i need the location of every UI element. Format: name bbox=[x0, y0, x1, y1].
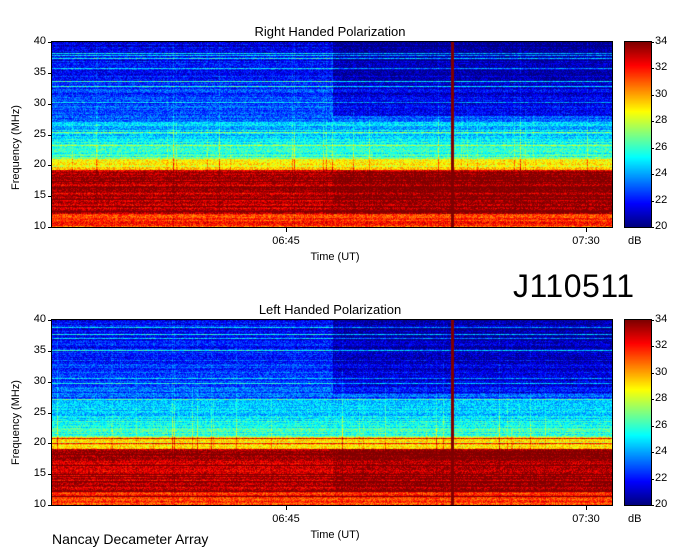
y-tick-label: 20 bbox=[33, 158, 46, 171]
y-tick-label: 15 bbox=[33, 189, 46, 202]
y-tick-mark bbox=[48, 381, 52, 383]
x-tick-label: 06:45 bbox=[272, 235, 300, 247]
y-tick-mark bbox=[48, 443, 52, 445]
colorbar-tick-label: 28 bbox=[655, 114, 668, 127]
colorbar-tick-label: 34 bbox=[655, 35, 668, 47]
y-tick-label: 15 bbox=[33, 467, 46, 480]
y-tick-mark bbox=[48, 42, 52, 43]
observation-id: J110511 bbox=[513, 268, 635, 304]
x-tick-label: 07:30 bbox=[572, 513, 600, 525]
bottom-y-axis-label: Frequency (MHz) bbox=[10, 380, 22, 465]
y-tick-mark bbox=[48, 196, 52, 198]
y-tick-mark bbox=[48, 505, 52, 506]
y-tick-mark bbox=[48, 474, 52, 476]
y-tick-mark bbox=[48, 320, 52, 321]
colorbar-tick-mark bbox=[651, 452, 654, 454]
colorbar-tick-mark bbox=[651, 505, 654, 506]
y-tick-mark bbox=[48, 412, 52, 414]
colorbar-tick-label: 20 bbox=[655, 498, 668, 510]
y-tick-label: 30 bbox=[33, 96, 46, 109]
y-tick-label: 35 bbox=[33, 343, 46, 356]
colorbar-tick-mark bbox=[651, 320, 654, 321]
y-tick-label: 40 bbox=[33, 313, 46, 325]
colorbar-tick-label: 26 bbox=[655, 140, 668, 153]
y-tick-mark bbox=[48, 103, 52, 105]
colorbar-tick-label: 32 bbox=[655, 339, 668, 352]
colorbar-tick-label: 30 bbox=[655, 87, 668, 100]
bottom-plot-title: Left Handed Polarization bbox=[258, 302, 402, 317]
colorbar-tick-label: 20 bbox=[655, 220, 668, 232]
top-x-axis-label: Time (UT) bbox=[310, 251, 360, 263]
colorbar-tick-mark bbox=[651, 94, 654, 96]
y-tick-label: 10 bbox=[33, 220, 46, 232]
colorbar-tick-mark bbox=[651, 121, 654, 123]
y-tick-mark bbox=[48, 72, 52, 74]
colorbar-tick-mark bbox=[651, 68, 654, 70]
bottom-plot-frame bbox=[51, 319, 613, 506]
colorbar-tick-label: 34 bbox=[655, 313, 668, 325]
colorbar-tick-mark bbox=[651, 372, 654, 374]
y-tick-label: 25 bbox=[33, 405, 46, 418]
y-tick-label: 20 bbox=[33, 436, 46, 449]
x-tick-mark bbox=[586, 505, 587, 510]
colorbar-tick-mark bbox=[651, 200, 654, 202]
x-tick-mark bbox=[586, 227, 587, 232]
bottom-colorbar-frame bbox=[624, 319, 652, 506]
colorbar-tick-mark bbox=[651, 478, 654, 480]
y-tick-mark bbox=[48, 134, 52, 136]
colorbar-tick-mark bbox=[651, 346, 654, 348]
y-tick-mark bbox=[48, 165, 52, 167]
colorbar-tick-label: 32 bbox=[655, 61, 668, 74]
instrument-name: Nancay Decameter Array bbox=[52, 531, 209, 547]
colorbar-tick-label: 26 bbox=[655, 418, 668, 431]
y-tick-label: 35 bbox=[33, 65, 46, 78]
colorbar-tick-label: 30 bbox=[655, 365, 668, 378]
colorbar-tick-label: 24 bbox=[655, 445, 668, 458]
colorbar-tick-label: 28 bbox=[655, 392, 668, 405]
colorbar-tick-label: 22 bbox=[655, 193, 668, 206]
bottom-colorbar-label: dB bbox=[628, 513, 642, 525]
top-plot-frame bbox=[51, 41, 613, 228]
colorbar-tick-mark bbox=[651, 425, 654, 427]
top-y-axis-label: Frequency (MHz) bbox=[10, 105, 22, 190]
colorbar-tick-mark bbox=[651, 174, 654, 176]
colorbar-tick-mark bbox=[651, 42, 654, 43]
y-tick-mark bbox=[48, 227, 52, 228]
top-colorbar-frame bbox=[624, 41, 652, 228]
colorbar-tick-label: 22 bbox=[655, 471, 668, 484]
x-tick-label: 07:30 bbox=[572, 235, 600, 247]
y-tick-label: 40 bbox=[33, 35, 46, 47]
x-tick-mark bbox=[286, 227, 287, 232]
y-tick-mark bbox=[48, 350, 52, 352]
x-tick-label: 06:45 bbox=[272, 513, 300, 525]
colorbar-tick-mark bbox=[651, 399, 654, 401]
colorbar-tick-mark bbox=[651, 147, 654, 149]
y-tick-label: 25 bbox=[33, 127, 46, 140]
y-tick-label: 30 bbox=[33, 374, 46, 387]
colorbar-tick-label: 24 bbox=[655, 167, 668, 180]
x-tick-mark bbox=[286, 505, 287, 510]
bottom-x-axis-label: Time (UT) bbox=[310, 529, 360, 541]
y-tick-label: 10 bbox=[33, 498, 46, 510]
top-plot-title: Right Handed Polarization bbox=[254, 24, 406, 39]
colorbar-tick-mark bbox=[651, 227, 654, 228]
top-colorbar-label: dB bbox=[628, 235, 642, 247]
